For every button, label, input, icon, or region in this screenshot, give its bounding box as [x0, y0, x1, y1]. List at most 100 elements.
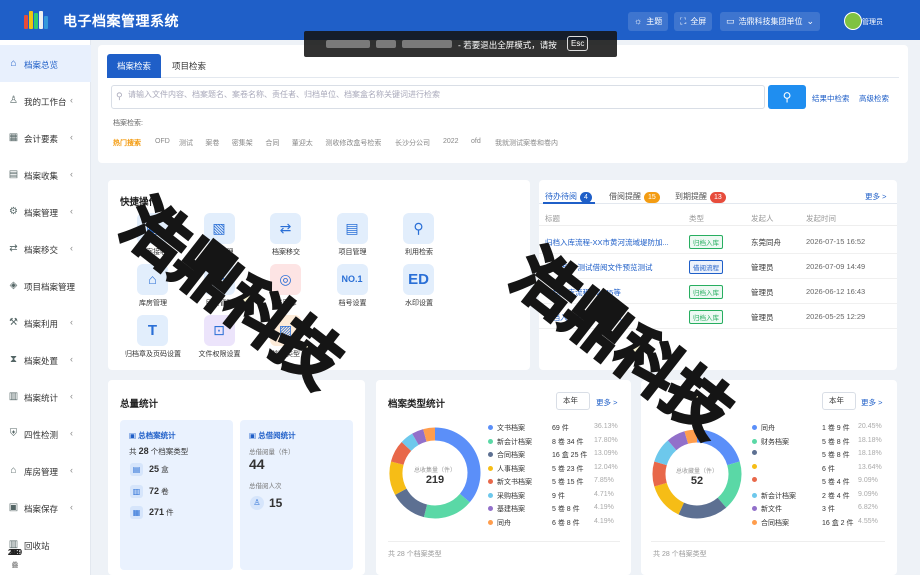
sidebar-item[interactable]: ▤ 档案收集 ‹ — [0, 156, 91, 193]
donut-slice[interactable] — [423, 493, 470, 519]
donut-slice[interactable] — [684, 429, 698, 444]
search-button[interactable]: ⚲ — [768, 85, 806, 109]
todo-tab[interactable]: 到期提醒 13 — [675, 191, 726, 203]
avatar[interactable] — [844, 12, 862, 30]
count-badge: 4 — [580, 192, 592, 203]
quick-action-13[interactable]: ▨ 档案类型 — [254, 315, 318, 367]
keyword-link[interactable]: 2022 — [443, 138, 459, 145]
donut-slice[interactable] — [401, 433, 419, 452]
legend-name: 财务档案 — [761, 438, 789, 446]
theme-button[interactable]: ☼ 主题 — [628, 12, 669, 31]
keyword-link[interactable]: 测试 — [179, 138, 193, 148]
fullscreen-button[interactable]: ⛶ 全屏 — [674, 12, 713, 31]
search-input[interactable] — [128, 90, 728, 99]
donut-slice[interactable] — [395, 488, 428, 518]
chevron-left-icon: ‹ — [70, 428, 73, 438]
borrow-people-value: 15 — [269, 496, 283, 510]
footer-stat-unit: 件 — [11, 562, 19, 569]
todo-title-link[interactable]: 借阅流程-测试借阅文件预览测试 — [545, 262, 653, 273]
tab-archive-search[interactable]: 档案检索 — [107, 54, 161, 78]
donut-slice[interactable] — [667, 431, 689, 451]
quick-action-10[interactable]: ED 水印设置 — [387, 264, 451, 316]
org-select[interactable]: ▭ 浩鼎科技集团单位 ⌄ — [720, 12, 821, 31]
keyword-link[interactable]: 密集架 — [232, 138, 253, 148]
legend-item: 财务档案 5 卷 8 件 18.18% — [752, 437, 882, 447]
sidebar-item[interactable]: ⧗ 档案处置 ‹ — [0, 341, 91, 378]
stats-footer-label: 共 28 个档案类型 — [653, 551, 707, 558]
sidebar-item[interactable]: ⌂ 档案总览 — [0, 45, 91, 82]
sidebar-item[interactable]: ⚒ 档案利用 ‹ — [0, 304, 91, 341]
legend-percent: 17.80% — [594, 436, 618, 444]
donut-slice[interactable] — [652, 461, 667, 487]
sidebar-item[interactable]: ⛨ 四性检测 ‹ — [0, 415, 91, 452]
sidebar-item[interactable]: ▣ 档案保存 ‹ — [0, 489, 91, 526]
initiator: 管理员 — [751, 263, 774, 272]
todo-title-link[interactable]: 归档入库流程-档案测试 — [545, 312, 623, 323]
todo-tab[interactable]: 待办待阅 4 — [545, 191, 592, 203]
period-select[interactable]: 本年 — [556, 392, 590, 410]
quick-action-12[interactable]: ⊡ 文件权限设置 — [188, 315, 252, 367]
legend-value: 6 件 — [822, 465, 835, 473]
user-name[interactable]: 管理员 — [862, 17, 883, 27]
legend-percent: 4.71% — [594, 490, 614, 498]
period-select[interactable]: 本年 — [822, 392, 856, 410]
sidebar-item[interactable]: ▦ 会计要素 ‹ — [0, 119, 91, 156]
keyword-link[interactable]: 我就测试案卷和卷内 — [495, 138, 558, 148]
sidebar-item-label: 档案利用 — [24, 319, 59, 329]
donut-slice[interactable] — [696, 429, 740, 466]
todo-title-link[interactable]: 归档入库流程-12345等 — [545, 287, 621, 298]
quick-action-9[interactable]: NO.1 档号设置 — [321, 264, 385, 316]
sidebar-item[interactable]: ⇄ 档案移交 ‹ — [0, 230, 91, 267]
sidebar-item[interactable]: ⚙ 档案管理 ‹ — [0, 193, 91, 230]
keyword-link[interactable]: 长沙分公司 — [395, 138, 430, 148]
archive-total-panel: ▣ 总档案统计 共 28 个档案类型 ▤ 25 盒 ▥ 72 卷 ▦ 271 件 — [120, 420, 233, 570]
advanced-search-link[interactable]: 高级检索 — [859, 93, 889, 104]
quick-action-7[interactable]: ☰ 目录管理 — [188, 264, 252, 316]
quick-action-8[interactable]: ◎ 档案库 — [254, 264, 318, 316]
quick-action-3[interactable]: ⇄ 档案移交 — [254, 213, 318, 265]
donut-slice[interactable] — [654, 482, 685, 515]
todo-more-link[interactable]: 更多 > — [865, 191, 886, 202]
legend-value: 5 卷 15 件 — [552, 479, 584, 486]
keyword-link[interactable]: 案卷 — [205, 138, 219, 148]
legend-name: 基建档案 — [497, 506, 525, 513]
borrow-amount-value: 44 — [249, 456, 265, 472]
legend-dot — [752, 463, 757, 469]
sidebar-item[interactable]: ⌂ 库房管理 ‹ — [0, 452, 91, 489]
tab-project-search[interactable]: 项目检索 — [163, 54, 215, 78]
box-stat: 25 盒 — [149, 464, 169, 475]
search-in-results-link[interactable]: 结果中检索 — [812, 93, 850, 104]
table-header: 类型 — [689, 214, 704, 223]
keyword-link[interactable]: 董迎太 — [292, 138, 313, 148]
keyword-link[interactable]: OFD — [155, 138, 170, 145]
quick-action-6[interactable]: ⌂ 库房管理 — [121, 264, 185, 316]
sidebar-item[interactable]: ♙ 我的工作台 ‹ — [0, 82, 91, 119]
chevron-left-icon: ‹ — [70, 502, 73, 512]
quick-action-11[interactable]: T 归档章及页码设置 — [121, 315, 185, 367]
legend-value: 9 件 — [552, 492, 565, 500]
quick-action-4[interactable]: ▤ 项目管理 — [321, 213, 385, 265]
search-field[interactable]: ⚲ — [111, 85, 765, 109]
keyword-link[interactable]: 测收修改盒号检索 — [325, 138, 381, 148]
donut-slice[interactable] — [678, 497, 727, 519]
legend-value: 5 卷 8 件 — [822, 438, 850, 446]
volume-stat: 72 卷 — [149, 486, 169, 497]
todo-tab[interactable]: 借阅提醒 15 — [609, 191, 660, 203]
donut-slice[interactable] — [423, 427, 436, 442]
keyword-link[interactable]: 合同 — [265, 138, 279, 148]
sidebar-item[interactable]: ◈ 项目档案管理 ‹ — [0, 267, 91, 304]
stats-more-link[interactable]: 更多 > — [596, 397, 617, 408]
stats-more-link[interactable]: 更多 > — [861, 397, 882, 408]
todo-title-link[interactable]: 归档入库流程-XX市黄河流域堤防加... — [545, 237, 669, 248]
sidebar-item[interactable]: ▥ 回收站 — [0, 526, 91, 563]
quick-action-1[interactable]: ▣ 档案接收 — [121, 213, 185, 265]
keyword-link[interactable]: ofd — [471, 138, 481, 145]
quick-action-5[interactable]: ⚲ 利用检索 — [387, 213, 451, 265]
sidebar-item[interactable]: ▥ 档案统计 ‹ — [0, 378, 91, 415]
donut-slice[interactable] — [412, 429, 427, 446]
legend-percent: 4.19% — [594, 517, 614, 525]
donut-slice[interactable] — [654, 440, 677, 466]
divider — [651, 541, 885, 542]
quick-action-2[interactable]: ▧ 档案管理 — [188, 213, 252, 265]
donut-slice[interactable] — [390, 442, 412, 466]
